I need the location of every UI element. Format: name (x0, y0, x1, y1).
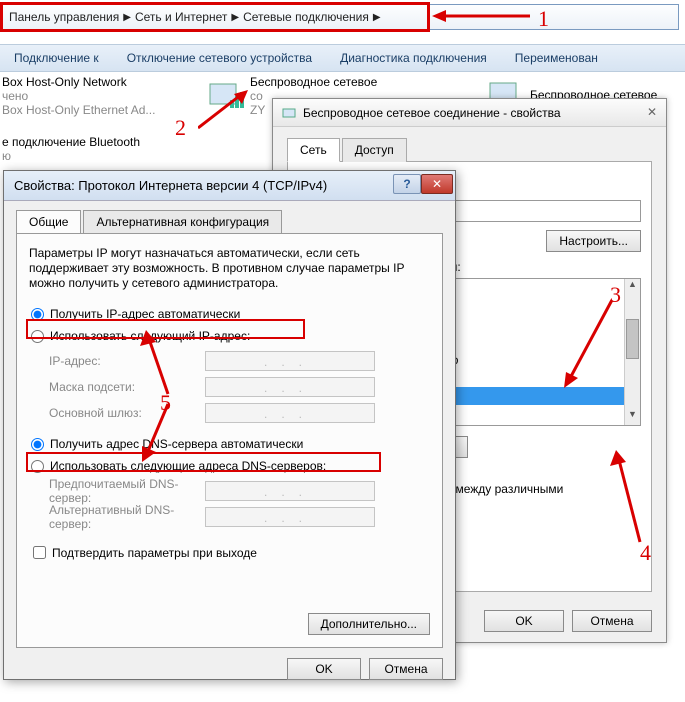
cancel-button[interactable]: Отмена (369, 658, 443, 680)
radio-label: Получить IP-адрес автоматически (50, 307, 240, 321)
ip-label: IP-адрес: (29, 354, 205, 368)
dialog-titlebar: Беспроводное сетевое соединение - свойст… (273, 99, 666, 127)
toolbar-rename[interactable]: Переименован (501, 51, 612, 65)
scroll-thumb[interactable] (626, 319, 639, 359)
mask-field: ... (205, 377, 375, 397)
checkbox-label: Подтвердить параметры при выходе (52, 546, 257, 560)
conn-line: ю (2, 149, 140, 163)
tabs: Общие Альтернативная конфигурация (16, 209, 443, 233)
tabs: Сеть Доступ (287, 137, 652, 162)
chevron-right-icon: ▶ (231, 12, 239, 23)
validate-checkbox[interactable] (33, 546, 46, 559)
dns1-field: ... (205, 481, 375, 501)
tab-network[interactable]: Сеть (287, 138, 340, 162)
toolbar-diagnose[interactable]: Диагностика подключения (326, 51, 501, 65)
close-icon[interactable]: ✕ (421, 174, 453, 194)
chevron-right-icon: ▶ (123, 12, 131, 23)
mask-label: Маска подсети: (29, 380, 205, 394)
radio-input[interactable] (31, 330, 44, 343)
dns1-label: Предпочитаемый DNS-сервер: (29, 477, 205, 505)
tab-general[interactable]: Общие (16, 210, 81, 234)
conn-line: Box Host-Only Network (2, 75, 155, 89)
dns2-label: Альтернативный DNS-сервер: (29, 503, 205, 531)
advanced-button[interactable]: Дополнительно... (308, 613, 430, 635)
tab-alt-config[interactable]: Альтернативная конфигурация (83, 210, 282, 234)
breadcrumb-part-1[interactable]: Панель управления (9, 10, 119, 24)
radio-auto-ip[interactable]: Получить IP-адрес автоматически (29, 305, 430, 323)
gateway-label: Основной шлюз: (29, 406, 205, 420)
dialog-titlebar: Свойства: Протокол Интернета версии 4 (T… (4, 171, 455, 201)
info-text: Параметры IP могут назначаться автоматич… (29, 246, 430, 291)
ip-field: ... (205, 351, 375, 371)
conn-line: Беспроводное сетевое (250, 75, 377, 89)
adapter-icon (281, 105, 297, 121)
breadcrumb-part-2[interactable]: Сеть и Интернет (135, 10, 227, 24)
chevron-right-icon: ▶ (373, 12, 381, 23)
radio-label: Использовать следующие адреса DNS-сервер… (50, 459, 326, 473)
dns2-field: ... (205, 507, 375, 527)
scrollbar[interactable]: ▲ ▼ (624, 279, 640, 425)
radio-label: Использовать следующий IP-адрес: (50, 329, 250, 343)
breadcrumb-part-3[interactable]: Сетевые подключения (243, 10, 369, 24)
tab-panel: Параметры IP могут назначаться автоматич… (16, 233, 443, 648)
radio-input[interactable] (31, 308, 44, 321)
conn-line: е подключение Bluetooth (2, 135, 140, 149)
dialog-title: Беспроводное сетевое соединение - свойст… (303, 106, 561, 120)
ipv4-properties-dialog: Свойства: Протокол Интернета версии 4 (T… (3, 170, 456, 680)
connection-item-hostonly[interactable]: Box Host-Only Network чено Box Host-Only… (2, 75, 155, 117)
radio-input[interactable] (31, 438, 44, 451)
conn-line: Box Host-Only Ethernet Ad... (2, 103, 155, 117)
connection-item-bluetooth[interactable]: е подключение Bluetooth ю (2, 135, 140, 163)
breadcrumb[interactable]: Панель управления ▶ Сеть и Интернет ▶ Се… (2, 4, 679, 30)
conn-line: чено (2, 89, 155, 103)
network-icon (202, 76, 244, 116)
close-icon[interactable]: ✕ (642, 103, 662, 121)
dialog-title: Свойства: Протокол Интернета версии 4 (T… (14, 178, 327, 193)
toolbar-disable[interactable]: Отключение сетевого устройства (113, 51, 326, 65)
scroll-down-icon[interactable]: ▼ (625, 409, 640, 425)
radio-use-ip[interactable]: Использовать следующий IP-адрес: (29, 327, 430, 345)
ok-button[interactable]: OK (484, 610, 564, 632)
radio-label: Получить адрес DNS-сервера автоматически (50, 437, 303, 451)
radio-auto-dns[interactable]: Получить адрес DNS-сервера автоматически (29, 435, 430, 453)
configure-button[interactable]: Настроить... (546, 230, 641, 252)
help-icon[interactable]: ? (393, 174, 421, 194)
radio-use-dns[interactable]: Использовать следующие адреса DNS-сервер… (29, 457, 430, 475)
toolbar-connect[interactable]: Подключение к (0, 51, 113, 65)
gateway-field: ... (205, 403, 375, 423)
tab-access[interactable]: Доступ (342, 138, 407, 162)
validate-checkbox-row[interactable]: Подтвердить параметры при выходе (29, 543, 430, 562)
scroll-up-icon[interactable]: ▲ (625, 279, 640, 295)
cancel-button[interactable]: Отмена (572, 610, 652, 632)
ok-button[interactable]: OK (287, 658, 361, 680)
radio-input[interactable] (31, 460, 44, 473)
toolbar: Подключение к Отключение сетевого устрой… (0, 44, 685, 72)
